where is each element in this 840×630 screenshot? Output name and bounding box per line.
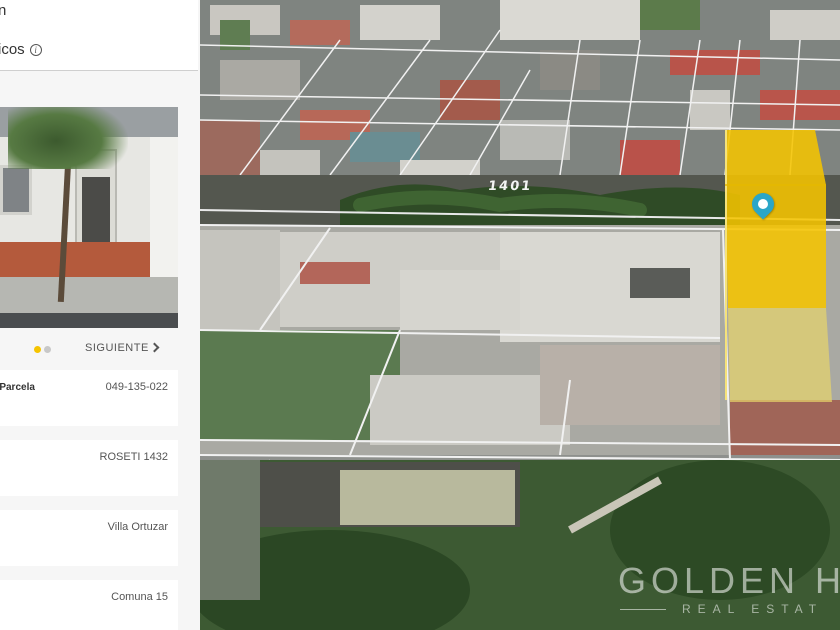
photo-sidewalk: [0, 277, 178, 313]
info-icon[interactable]: i: [29, 44, 42, 56]
detail-value: Villa Ortuzar: [107, 521, 168, 533]
map-imagery: [200, 0, 840, 630]
pager-dot-active[interactable]: [34, 346, 41, 353]
satellite-map[interactable]: 1401 GOLDEN H REAL ESTAT: [200, 0, 840, 630]
watermark-logo-text: GOLDEN H: [618, 560, 840, 601]
photo-side-building: [150, 137, 178, 297]
watermark-divider: [620, 609, 666, 610]
panel-subtitle-row: icos i: [0, 41, 42, 58]
detail-row-address: ROSETI 1432: [0, 440, 178, 496]
photo-street: [0, 313, 178, 328]
pin-center: [755, 196, 771, 212]
panel-subtitle: icos: [0, 41, 25, 58]
street-number-label: 1401: [486, 179, 534, 194]
detail-row-neighborhood: Villa Ortuzar: [0, 510, 178, 566]
next-button[interactable]: SIGUIENTE: [85, 342, 149, 354]
photo-brick-base: [0, 242, 150, 277]
detail-value: ROSETI 1432: [99, 451, 168, 463]
street-view-photo[interactable]: [0, 107, 178, 328]
chevron-right-icon[interactable]: [149, 342, 160, 353]
property-viewer: n icosi SIGUIENTE -Parcela 04: [0, 0, 840, 630]
photo-pager: SIGUIENTE: [0, 340, 178, 360]
pager-dot[interactable]: [44, 346, 51, 353]
highlighted-parcel[interactable]: [725, 130, 826, 308]
detail-row-commune: Comuna 15: [0, 580, 178, 630]
detail-label: -Parcela: [0, 382, 35, 393]
photo-window: [0, 165, 32, 215]
panel-title: n: [0, 2, 7, 19]
panel-header: n icos i: [0, 0, 198, 71]
detail-value: 049-135-022: [105, 381, 168, 393]
photo-tree-foliage: [8, 107, 128, 169]
watermark-tagline: REAL ESTAT: [682, 602, 824, 616]
detail-value: Comuna 15: [111, 591, 168, 603]
info-panel: n icosi SIGUIENTE -Parcela 04: [0, 0, 200, 630]
highlighted-parcel-base[interactable]: [728, 308, 832, 402]
detail-row-parcel: -Parcela 049-135-022: [0, 370, 178, 426]
